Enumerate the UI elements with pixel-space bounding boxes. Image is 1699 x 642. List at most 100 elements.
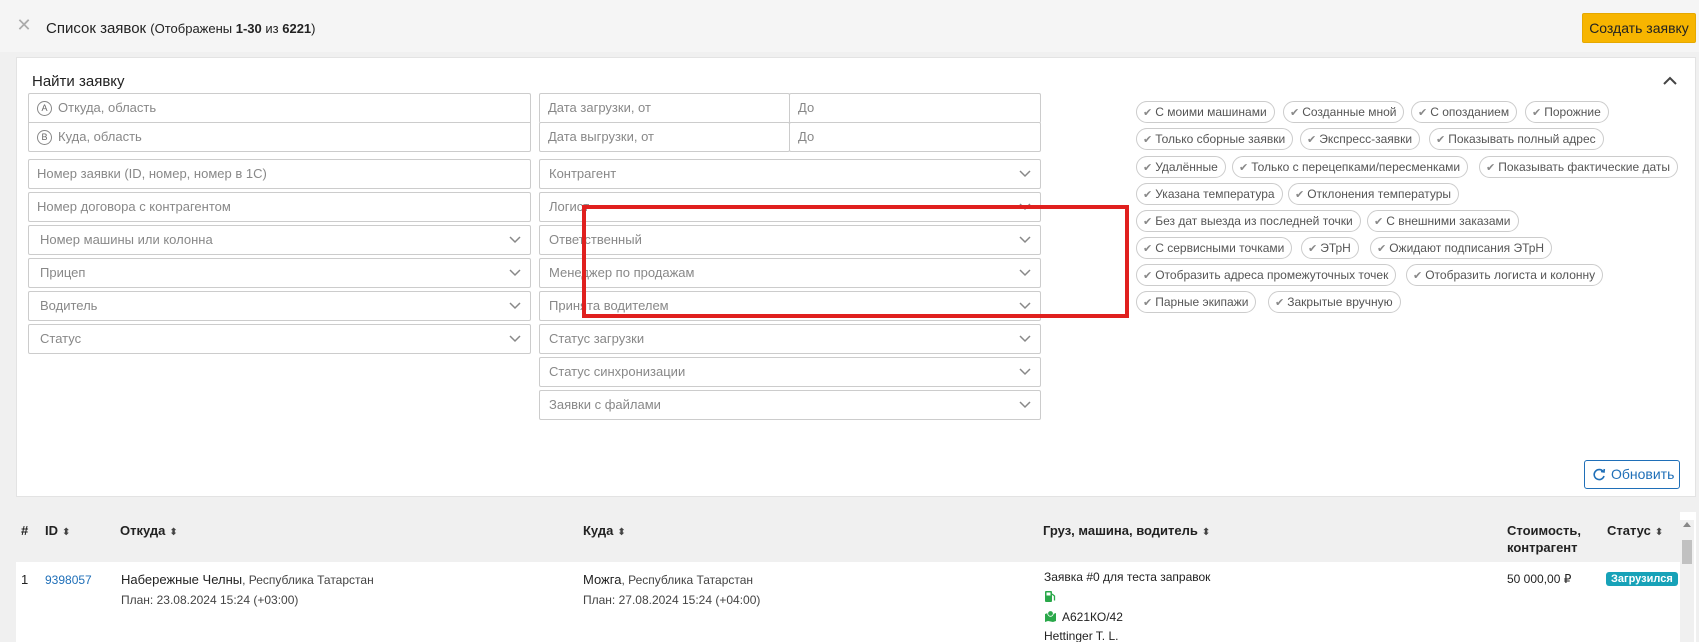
load-status-select[interactable]: Статус загрузки <box>539 324 1041 354</box>
load-date-to-input[interactable]: До <box>789 93 1041 123</box>
refresh-icon <box>1593 468 1606 481</box>
col-id[interactable]: ID ⬍ <box>45 522 70 541</box>
point-a-icon: A <box>37 101 52 116</box>
load-date-from-input[interactable]: Дата загрузки, от <box>539 93 790 123</box>
from-location: Набережные Челны, Республика Татарстан <box>121 572 374 587</box>
col-cargo[interactable]: Груз, машина, водитель ⬍ <box>1043 522 1210 541</box>
tag-filter[interactable]: ✔ Указана температура <box>1136 183 1283 205</box>
check-icon: ✔ <box>1143 215 1153 228</box>
contract-number-input[interactable]: Номер договора с контрагентом <box>28 192 531 222</box>
check-icon: ✔ <box>1307 133 1317 146</box>
map-marker-icon <box>1045 610 1056 622</box>
check-icon: ✔ <box>1295 188 1305 201</box>
tag-filter[interactable]: ✔ ЭТрН <box>1301 237 1359 259</box>
check-icon: ✔ <box>1143 242 1153 255</box>
status-select[interactable]: Статус <box>28 324 531 354</box>
tag-filter[interactable]: ✔ Без дат выезда из последней точки <box>1136 210 1361 232</box>
chevron-down-icon <box>1019 335 1031 343</box>
orders-table: # ID ⬍ Откуда ⬍ Куда ⬍ Груз, машина, водите… <box>16 512 1696 642</box>
order-cost: 50 000,00 ₽ <box>1507 572 1572 586</box>
page-title: Список заявок (Отображены 1-30 из 6221) <box>46 20 316 37</box>
tag-filter[interactable]: ✔ С сервисными точками <box>1136 237 1293 259</box>
driver-name: Hettinger T. L. <box>1044 629 1119 642</box>
tag-filter[interactable]: ✔ Отобразить адреса промежуточных точек <box>1136 264 1397 286</box>
tag-filter[interactable]: ✔ Закрытые вручную <box>1268 291 1401 313</box>
with-files-select[interactable]: Заявки с файлами <box>539 390 1041 420</box>
sort-icon: ⬍ <box>617 527 626 538</box>
tag-filter[interactable]: ✔ Экспресс-заявки <box>1300 128 1421 150</box>
refresh-button[interactable]: Обновить <box>1584 460 1680 489</box>
col-status[interactable]: Статус ⬍ <box>1607 522 1663 541</box>
chevron-down-icon <box>1019 401 1031 409</box>
order-id-link[interactable]: 9398057 <box>45 573 92 587</box>
check-icon: ✔ <box>1418 106 1428 119</box>
chevron-down-icon <box>1019 368 1031 376</box>
unload-date-from-input[interactable]: Дата выгрузки, от <box>539 122 790 152</box>
tag-filter[interactable]: ✔ Показывать фактические даты <box>1479 156 1678 178</box>
tag-filter[interactable]: ✔ Отобразить логиста и колонну <box>1406 264 1604 286</box>
check-icon: ✔ <box>1143 161 1153 174</box>
status-badge: Загрузился <box>1606 572 1678 586</box>
col-num: # <box>21 523 29 538</box>
vehicle-plate: А621КО/42 <box>1062 610 1123 624</box>
tag-filter[interactable]: ✔ С опозданием <box>1411 101 1518 123</box>
trailer-select[interactable]: Прицеп <box>28 258 531 288</box>
scroll-up-arrow-icon[interactable] <box>1683 522 1691 527</box>
tag-filter[interactable]: ✔ Только сборные заявки <box>1136 128 1294 150</box>
vehicle-select[interactable]: Номер машины или колонна <box>28 225 531 255</box>
col-from[interactable]: Откуда ⬍ <box>120 522 178 541</box>
tag-filter[interactable]: ✔ Ожидают подписания ЭТрН <box>1370 237 1553 259</box>
shown-count: (Отображены 1-30 из 6221) <box>150 21 316 36</box>
close-icon[interactable]: ✕ <box>16 17 32 35</box>
col-to[interactable]: Куда ⬍ <box>583 522 626 541</box>
check-icon: ✔ <box>1377 242 1387 255</box>
check-icon: ✔ <box>1143 296 1153 309</box>
order-number-input[interactable]: Номер заявки (ID, номер, номер в 1С) <box>28 159 531 189</box>
sort-icon: ⬍ <box>62 527 71 538</box>
highlight-box <box>582 205 1129 318</box>
tag-filter[interactable]: ✔ С моими машинами <box>1136 101 1275 123</box>
check-icon: ✔ <box>1239 161 1249 174</box>
to-plan-date: План: 27.08.2024 15:24 (+04:00) <box>583 593 761 607</box>
unload-date-to-input[interactable]: До <box>789 122 1041 152</box>
counterparty-select[interactable]: Контрагент <box>539 159 1041 189</box>
sync-status-select[interactable]: Статус синхронизации <box>539 357 1041 387</box>
tag-filter[interactable]: ✔ Удалённые <box>1136 156 1226 178</box>
tag-filter[interactable]: ✔ Показывать полный адрес <box>1429 128 1604 150</box>
check-icon: ✔ <box>1308 242 1318 255</box>
tag-filter[interactable]: ✔ Порожние <box>1525 101 1609 123</box>
tag-filter[interactable]: ✔ Созданные мной <box>1283 101 1405 123</box>
from-region-field[interactable]: A Откуда, область <box>28 93 531 123</box>
check-icon: ✔ <box>1290 106 1300 119</box>
chevron-down-icon <box>509 335 521 343</box>
sort-icon: ⬍ <box>1654 527 1664 538</box>
check-icon: ✔ <box>1143 269 1153 282</box>
to-region-field[interactable]: B Куда, область <box>28 122 531 152</box>
check-icon: ✔ <box>1486 161 1496 174</box>
chevron-down-icon <box>509 269 521 277</box>
sort-icon: ⬍ <box>169 527 178 538</box>
top-bar: ✕ Список заявок (Отображены 1-30 из 6221… <box>0 0 1699 52</box>
check-icon: ✔ <box>1275 296 1285 309</box>
check-icon: ✔ <box>1532 106 1542 119</box>
check-icon: ✔ <box>1374 215 1384 228</box>
scrollbar-thumb[interactable] <box>1682 540 1692 564</box>
chevron-up-icon[interactable] <box>1663 74 1677 88</box>
check-icon: ✔ <box>1143 106 1153 119</box>
point-b-icon: B <box>37 130 52 145</box>
tag-filter[interactable]: ✔ Парные экипажи <box>1136 291 1257 313</box>
check-icon: ✔ <box>1436 133 1446 146</box>
cargo-description: Заявка #0 для теста заправок <box>1044 570 1211 584</box>
tag-filter[interactable]: ✔ С внешними заказами <box>1367 210 1519 232</box>
tag-filter[interactable]: ✔ Только с перецепками/пересменками <box>1232 156 1469 178</box>
driver-select[interactable]: Водитель <box>28 291 531 321</box>
col-cost[interactable]: Стоимость, контрагент <box>1507 522 1581 556</box>
tag-filter[interactable]: ✔ Отклонения температуры <box>1288 183 1460 205</box>
create-order-button[interactable]: Создать заявку <box>1582 13 1696 43</box>
check-icon: ✔ <box>1413 269 1423 282</box>
fuel-pump-icon <box>1045 591 1056 602</box>
chevron-down-icon <box>509 236 521 244</box>
chevron-down-icon <box>1019 170 1031 178</box>
filter-title: Найти заявку <box>32 73 125 90</box>
vertical-scrollbar[interactable] <box>1680 520 1694 642</box>
